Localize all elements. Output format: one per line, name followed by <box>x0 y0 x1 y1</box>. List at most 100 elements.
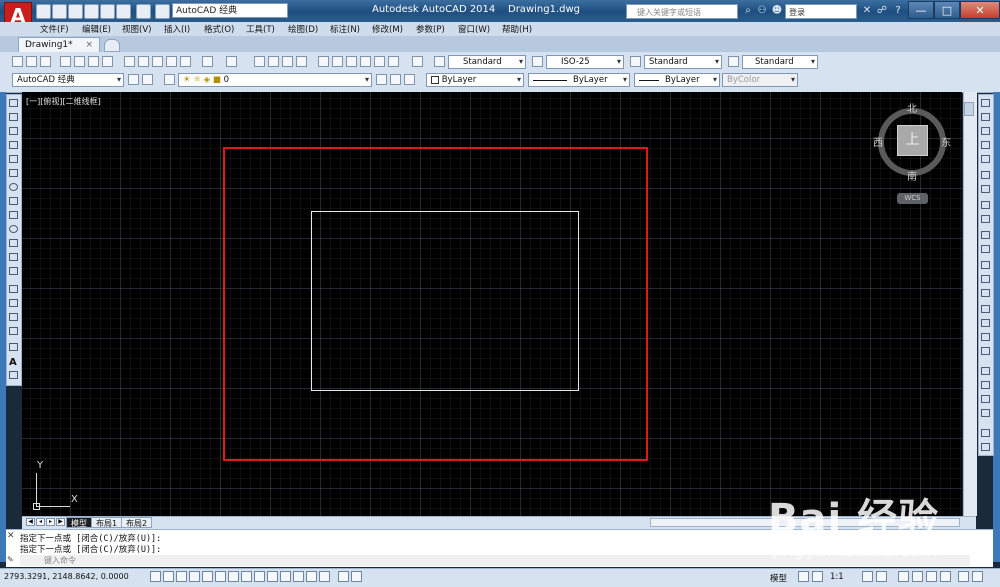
next-layout-icon[interactable]: ▸ <box>46 518 55 526</box>
workspace-settings-icon[interactable] <box>128 74 139 85</box>
polygon-icon[interactable] <box>9 141 18 149</box>
last-layout-icon[interactable]: ▶ <box>56 518 65 526</box>
dynamic-input-icon[interactable] <box>267 571 278 582</box>
layer-properties-icon[interactable] <box>164 74 175 85</box>
snap-mode-icon[interactable] <box>163 571 174 582</box>
break-at-point-icon[interactable] <box>981 261 990 269</box>
polyline-icon[interactable] <box>9 127 18 135</box>
community-icon[interactable]: ☍ <box>876 5 888 17</box>
lineweight-display-icon[interactable] <box>280 571 291 582</box>
properties-icon[interactable] <box>318 56 329 67</box>
dynamic-ucs-icon[interactable] <box>254 571 265 582</box>
clean-screen-icon[interactable] <box>972 571 983 582</box>
menu-window[interactable]: 窗口(W) <box>458 23 490 35</box>
save-file-icon[interactable] <box>40 56 51 67</box>
move-icon[interactable] <box>981 171 990 179</box>
transparency-icon[interactable] <box>293 571 304 582</box>
sheet-set-icon[interactable] <box>360 56 371 67</box>
quick-view-layouts-icon[interactable] <box>798 571 809 582</box>
save-as-icon[interactable] <box>84 4 99 19</box>
compass-west[interactable]: 西 <box>873 134 883 149</box>
publish-icon[interactable] <box>88 56 99 67</box>
erase-icon[interactable] <box>981 99 990 107</box>
ortho-mode-icon[interactable] <box>189 571 200 582</box>
menu-edit[interactable]: 编辑(E) <box>82 23 111 35</box>
arc-icon[interactable] <box>9 169 18 177</box>
zoom-realtime-icon[interactable] <box>268 56 279 67</box>
plot-preview-icon[interactable] <box>74 56 85 67</box>
plot-icon[interactable] <box>60 56 71 67</box>
zoom-previous-icon[interactable] <box>296 56 307 67</box>
layer-previous-icon[interactable] <box>390 74 401 85</box>
table-style-icon[interactable] <box>630 56 641 67</box>
layer-state-icon[interactable] <box>404 74 415 85</box>
infer-constraints-icon[interactable] <box>150 571 161 582</box>
exchange-icon[interactable]: ✕ <box>861 5 873 17</box>
extend-icon[interactable] <box>981 245 990 253</box>
undo-tool-icon[interactable] <box>202 56 213 67</box>
gradient-icon[interactable] <box>9 313 18 321</box>
workspace-selector[interactable]: AutoCAD 经典 <box>172 3 288 18</box>
draworder-under-icon[interactable] <box>981 409 990 417</box>
construction-line-icon[interactable] <box>9 113 18 121</box>
annotation-scale[interactable]: 1:1 <box>830 572 844 582</box>
wcs-menu[interactable]: WCS <box>897 193 928 204</box>
mleader-style-icon[interactable] <box>728 56 739 67</box>
toggle-layout-icon[interactable] <box>351 571 362 582</box>
quick-properties-icon[interactable] <box>306 571 317 582</box>
region-icon[interactable] <box>9 327 18 335</box>
tool-palettes-icon[interactable] <box>346 56 357 67</box>
make-current-icon[interactable] <box>376 74 387 85</box>
explode-icon[interactable] <box>981 347 990 355</box>
object-snap-icon[interactable] <box>215 571 226 582</box>
markup-icon[interactable] <box>374 56 385 67</box>
status-menu-icon[interactable] <box>958 571 969 582</box>
tab-layout1[interactable]: 布局1 <box>91 517 123 528</box>
draworder-above-icon[interactable] <box>981 395 990 403</box>
vertical-scrollbar[interactable] <box>963 92 977 516</box>
fillet-icon[interactable] <box>981 319 990 327</box>
polar-tracking-icon[interactable] <box>202 571 213 582</box>
open-file-icon[interactable] <box>26 56 37 67</box>
viewcube-top-face[interactable]: 上 <box>897 125 928 156</box>
gear-icon[interactable] <box>142 74 153 85</box>
maximize-button[interactable]: □ <box>934 1 960 19</box>
coordinates-display[interactable]: 2793.3291, 2148.8642, 0.0000 <box>4 572 129 581</box>
point-icon[interactable] <box>9 285 18 293</box>
inner-rectangle[interactable] <box>311 211 579 391</box>
table-icon[interactable] <box>9 343 18 351</box>
blend-curves-icon[interactable] <box>981 333 990 341</box>
3d-print-icon[interactable] <box>102 56 113 67</box>
object-snap-tracking-icon[interactable] <box>241 571 252 582</box>
draworder-back-icon[interactable] <box>981 381 990 389</box>
multiline-text-icon[interactable]: A <box>9 357 17 368</box>
layer-select[interactable]: ☀ ☼ ◈ ■ 0 <box>178 73 372 87</box>
revision-cloud-icon[interactable] <box>9 197 18 205</box>
menu-draw[interactable]: 绘图(D) <box>288 23 318 35</box>
help-icon[interactable]: ? <box>892 5 904 17</box>
rotate-icon[interactable] <box>981 185 990 193</box>
workspace-select[interactable]: AutoCAD 经典 <box>12 73 124 87</box>
redo-tool-icon[interactable] <box>226 56 237 67</box>
tab-drawing1[interactable]: Drawing1* × <box>18 37 100 52</box>
compass-north[interactable]: 北 <box>907 100 917 115</box>
first-layout-icon[interactable]: ◀ <box>26 518 35 526</box>
customize-command-icon[interactable]: ✎ <box>7 555 17 565</box>
pan-icon[interactable] <box>254 56 265 67</box>
save-icon[interactable] <box>68 4 83 19</box>
prev-layout-icon[interactable]: ◂ <box>36 518 45 526</box>
zoom-window-icon[interactable] <box>282 56 293 67</box>
workspace-icon[interactable] <box>155 4 170 19</box>
menu-modify[interactable]: 修改(M) <box>372 23 403 35</box>
circle-icon[interactable] <box>9 183 18 191</box>
isolate-objects-icon[interactable] <box>940 571 951 582</box>
block-editor-icon[interactable] <box>180 56 191 67</box>
lock-icon[interactable] <box>912 571 923 582</box>
add-selected-icon[interactable] <box>9 371 18 379</box>
hatch-to-back-icon[interactable] <box>981 443 990 451</box>
minimize-button[interactable]: — <box>908 1 934 19</box>
hardware-acceleration-icon[interactable] <box>926 571 937 582</box>
sign-in-dropdown[interactable]: 登录 <box>785 4 857 19</box>
new-icon[interactable] <box>36 4 51 19</box>
stretch-icon[interactable] <box>981 215 990 223</box>
